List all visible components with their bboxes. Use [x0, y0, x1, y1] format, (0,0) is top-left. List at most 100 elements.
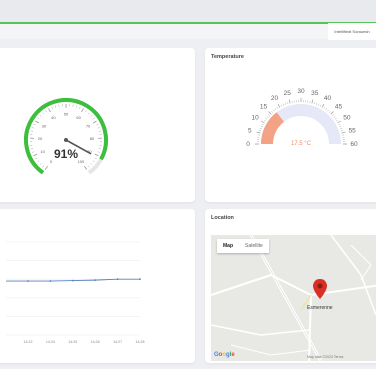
temperature-tick-label: 5 — [248, 127, 252, 134]
temperature-tick-mark — [274, 108, 277, 111]
humidity-tick-mark — [90, 115, 93, 117]
map-tab-satellite[interactable]: Satellite — [239, 239, 269, 253]
temperature-tick-mark — [277, 103, 281, 108]
sub-bar — [0, 24, 330, 39]
temperature-tick-mark — [263, 119, 266, 122]
chart-series — [6, 278, 141, 282]
humidity-tick-label: 10 — [40, 149, 45, 154]
humidity-tick-label: 40 — [51, 115, 56, 120]
temperature-tick-label: 10 — [251, 115, 259, 122]
chart-point[interactable] — [139, 278, 141, 281]
temperature-tick-label: 15 — [260, 104, 268, 111]
temperature-tick-mark — [327, 109, 329, 112]
humidity-tick-mark — [79, 106, 81, 109]
temperature-tick-mark — [259, 128, 262, 130]
humidity-tick-mark — [55, 105, 57, 108]
temperature-tick-mark — [334, 117, 337, 120]
temperature-tick-mark — [319, 104, 322, 107]
google-logo: Google — [214, 352, 235, 358]
humidity-tick-mark — [33, 153, 38, 157]
humidity-tick-mark — [37, 160, 40, 163]
temperature-tick-label: 30 — [297, 88, 305, 95]
humidity-tick-mark — [32, 127, 35, 129]
humidity-tick-mark — [92, 160, 95, 163]
humidity-gauge: 0102030405060708090100 91% — [24, 98, 108, 175]
humidity-tick-mark — [84, 166, 87, 170]
humidity-tick-mark — [45, 110, 47, 113]
humidity-tick-label: 20 — [38, 136, 43, 141]
temperature-tick-mark — [287, 102, 289, 105]
temperature-tick-label: 50 — [343, 115, 351, 122]
chart-point[interactable] — [94, 279, 97, 282]
map-place-label: Esmerenne — [307, 305, 333, 311]
temperature-title: Temperature — [211, 54, 244, 60]
chart-point[interactable] — [116, 278, 119, 281]
temperature-gauge-arc — [261, 112, 285, 145]
humidity-tick-label: 0 — [50, 159, 53, 164]
humidity-tick-mark — [98, 130, 101, 132]
temperature-tick-mark — [332, 114, 334, 117]
temperature-tick-mark — [280, 104, 283, 107]
temperature-tick-mark — [328, 111, 331, 113]
temperature-tick-label: 25 — [284, 90, 292, 97]
humidity-tick-label: 80 — [90, 136, 95, 141]
temperature-tick-label: 0 — [246, 141, 250, 148]
temperature-gauge: 0 5 101520 25 30 35 404550 55 60 17.5 °C — [246, 88, 358, 148]
temperature-tick-mark — [265, 117, 268, 120]
temperature-tick-label: 45 — [335, 104, 343, 111]
humidity-card: 0 10 20 30 40 50 60 70 80 90 100 91% — [0, 48, 195, 202]
humidity-tick-mark — [88, 165, 90, 168]
humidity-tick-mark — [35, 157, 38, 160]
chart-x-tick-label: 14:27 — [113, 340, 122, 344]
humidity-tick-mark — [48, 108, 51, 113]
chart-x-tick-label: 14:22 — [24, 340, 33, 344]
top-tab[interactable]: Intellifiedt Sorauesh — [328, 23, 376, 40]
humidity-tick-mark — [92, 120, 97, 124]
temperature-tick-mark — [282, 103, 285, 106]
temperature-tick-label: 20 — [271, 95, 279, 102]
temperature-tick-mark — [340, 130, 343, 132]
temperature-tick-mark — [260, 125, 263, 128]
temperature-tick-mark — [266, 116, 269, 118]
humidity-tick-mark — [94, 157, 97, 160]
chart-point[interactable] — [27, 280, 29, 282]
location-title: Location — [211, 215, 234, 221]
map-footer: Map data ©2023 Terms — [307, 355, 344, 359]
humidity-tick-mark — [37, 117, 40, 120]
chart-point[interactable] — [49, 280, 52, 282]
humidity-tick-mark — [33, 123, 36, 126]
temperature-tick-mark — [259, 130, 262, 132]
temperature-tick-mark — [315, 102, 317, 105]
humidity-needle-hub — [64, 138, 68, 142]
temperature-tick-mark — [288, 99, 291, 104]
chart-x-ticks: 14:22 14:24 14:25 14:26 14:27 14:28 — [24, 340, 145, 344]
temperature-tick-mark — [271, 111, 274, 113]
humidity-value: 91% — [54, 147, 78, 161]
map-view[interactable]: Map Satellite Esmerenne Google Map data … — [211, 235, 376, 361]
humidity-tick-mark — [42, 165, 44, 168]
humidity-tick-label: 100 — [78, 159, 85, 164]
humidity-tick-mark — [90, 163, 93, 165]
temperature-tick-mark — [336, 119, 339, 122]
temperature-tick-mark — [337, 120, 342, 124]
map-tab-map[interactable]: Map — [217, 239, 239, 253]
temperature-tick-mark — [321, 103, 325, 108]
temperature-card: Temperature 0 5 10 15 20 25 30 35 40 45 50 55 60 17.… — [205, 48, 376, 202]
humidity-tick-mark — [92, 117, 95, 120]
chart-x-tick-label: 14:25 — [68, 340, 77, 344]
temperature-tick-mark — [311, 99, 314, 104]
chart-point[interactable] — [71, 279, 74, 282]
temperature-tick-label: 40 — [324, 95, 332, 102]
humidity-tick-mark — [32, 151, 35, 153]
humidity-tick-label: 50 — [64, 112, 69, 117]
humidity-tick-mark — [94, 153, 99, 157]
temperature-tick-mark — [313, 102, 315, 105]
humidity-tick-mark — [51, 106, 53, 109]
chart-x-tick-label: 14:24 — [46, 340, 55, 344]
map-marker-icon[interactable] — [313, 279, 327, 301]
temperature-tick-mark — [260, 120, 265, 124]
temperature-tick-label: 55 — [349, 127, 357, 134]
humidity-tick-mark — [75, 105, 77, 108]
humidity-tick-mark — [42, 112, 45, 115]
temperature-tick-mark — [330, 111, 334, 115]
